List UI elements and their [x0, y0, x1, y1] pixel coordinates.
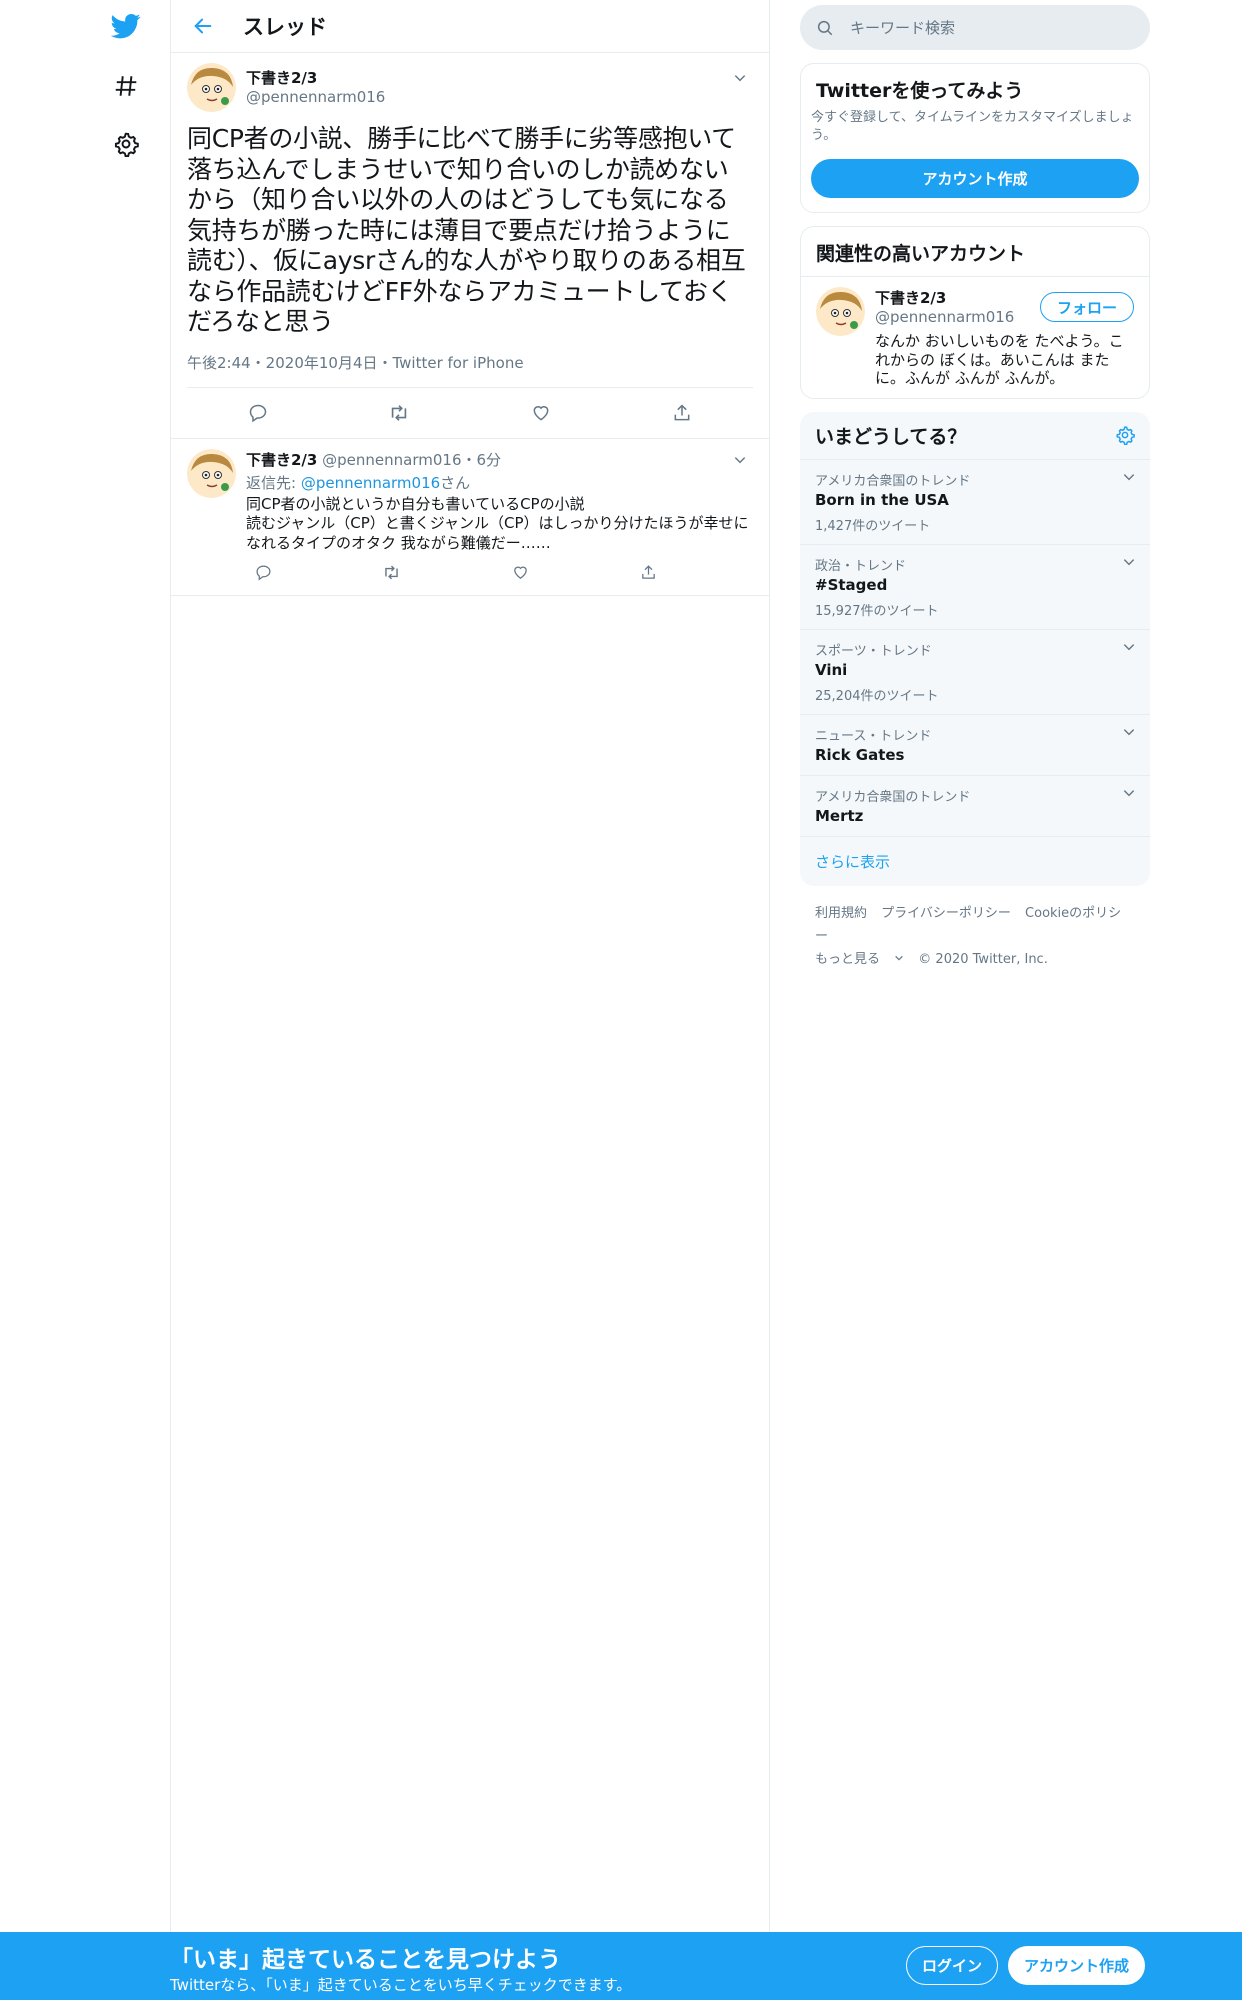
reply-to-prefix: 返信先: [246, 473, 301, 492]
trends-title: いまどうしてる？ [815, 425, 967, 448]
tweet-text: 同CP者の小説、勝手に比べて勝手に劣等感抱いて落ち込んでしまうせいで知り合いのし… [187, 124, 746, 336]
more-link[interactable]: もっと見る [815, 952, 904, 967]
retweet-icon[interactable] [379, 393, 419, 433]
related-bio: なんか おいしいものを たべよう。これからの ぼくは。あいこんは またに。ふんが… [875, 332, 1124, 387]
trend-name: Born in the USA [815, 490, 949, 509]
create-account-button[interactable]: アカウント作成 [811, 159, 1139, 198]
trend-item[interactable]: 政治・トレンド #Staged 15,927件のツイート [800, 545, 1150, 630]
reply-to-suffix: さん [440, 473, 471, 492]
page: スレッド 下書き2/3 @pennennarm016 同CP者の小説、勝手に比べ… [0, 0, 1242, 2000]
trend-name: Vini [815, 660, 848, 679]
tweet-time[interactable]: 6分 [477, 451, 502, 469]
author-name[interactable]: 下書き2/3 [246, 451, 317, 469]
trend-context: ニュース・トレンド [815, 728, 932, 744]
related-title: 関連性の高いアカウント [801, 227, 1149, 277]
reply-tweet[interactable]: 下書き2/3 @pennennarm016・6分 返信先: @pennennar… [171, 437, 769, 596]
gear-icon[interactable] [100, 118, 152, 170]
avatar[interactable] [187, 448, 236, 498]
signup-banner: 「いま」起きていることを見つけよう Twitterなら、「いま」起きていることを… [0, 1932, 1242, 2000]
show-more-link[interactable]: さらに表示 [800, 837, 1150, 886]
like-icon[interactable] [521, 393, 561, 433]
hashtag-icon[interactable] [100, 60, 152, 112]
signup-title: Twitterを使ってみよう [816, 80, 1024, 102]
chevron-down-icon[interactable] [1122, 725, 1136, 739]
chevron-down-icon[interactable] [1122, 470, 1136, 484]
chevron-down-icon[interactable] [727, 447, 753, 473]
avatar[interactable] [816, 287, 865, 336]
search-placeholder: キーワード検索 [850, 19, 956, 37]
tweet-actions [187, 388, 753, 438]
tweet-actions [246, 555, 666, 589]
page-title: スレッド [243, 15, 327, 39]
reply-to-line: 返信先: @pennennarm016さん [246, 472, 753, 493]
tweet-text: 同CP者の小説というか自分も書いているCPの小説 読むジャンル（CP）と書くジャ… [246, 495, 753, 554]
trend-item[interactable]: アメリカ合衆国のトレンド Mertz [800, 776, 1150, 837]
related-accounts-card: 関連性の高いアカウント 下書き2/3 @pennennarm016 なんか おい… [800, 226, 1150, 399]
chevron-down-icon[interactable] [1122, 555, 1136, 569]
login-button[interactable]: ログイン [906, 1946, 998, 1985]
separator-dot: ・ [461, 450, 477, 469]
retweet-icon[interactable] [375, 555, 409, 589]
trend-item[interactable]: アメリカ合衆国のトレンド Born in the USA 1,427件のツイート [800, 460, 1150, 545]
chevron-down-icon[interactable] [1122, 786, 1136, 800]
tweet-timestamp[interactable]: 午後2:44・2020年10月4日・Twitter for iPhone [187, 352, 753, 388]
share-icon[interactable] [632, 555, 666, 589]
like-icon[interactable] [503, 555, 537, 589]
trend-context: 政治・トレンド [815, 558, 907, 574]
chevron-down-icon[interactable] [727, 65, 753, 91]
author-name[interactable]: 下書き2/3 [246, 67, 385, 88]
trend-name: Mertz [815, 806, 864, 825]
trend-count: 25,204件のツイート [815, 688, 939, 704]
signup-card: Twitterを使ってみよう 今すぐ登録して、タイムラインをカスタマイズしましょ… [800, 63, 1150, 213]
trend-context: スポーツ・トレンド [815, 643, 932, 659]
banner-title: 「いま」起きていることを見つけよう [170, 1947, 561, 1973]
trend-count: 1,427件のツイート [815, 518, 931, 534]
share-icon[interactable] [662, 393, 702, 433]
footer-links: 利用規約 プライバシーポリシー Cookieのポリシー もっと見る © 2020… [800, 886, 1150, 987]
gear-icon[interactable] [1115, 425, 1135, 445]
right-sidebar: キーワード検索 Twitterを使ってみよう 今すぐ登録して、タイムラインをカス… [800, 0, 1150, 987]
main-tweet: 下書き2/3 @pennennarm016 同CP者の小説、勝手に比べて勝手に劣… [171, 53, 769, 438]
trend-name: Rick Gates [815, 745, 905, 764]
reply-icon[interactable] [246, 555, 280, 589]
search-icon [817, 20, 833, 35]
trend-context: アメリカ合衆国のトレンド [815, 789, 971, 805]
author-handle[interactable]: @pennennarm016 [322, 451, 461, 469]
terms-link[interactable]: 利用規約 [815, 906, 867, 921]
signup-button[interactable]: アカウント作成 [1008, 1946, 1145, 1985]
author-handle[interactable]: @pennennarm016 [246, 88, 385, 106]
copyright: © 2020 Twitter, Inc. [918, 951, 1048, 967]
trend-count: 15,927件のツイート [815, 603, 939, 619]
thread-column: スレッド 下書き2/3 @pennennarm016 同CP者の小説、勝手に比べ… [170, 0, 770, 1932]
twitter-bird-icon[interactable] [100, 0, 152, 52]
avatar[interactable] [187, 63, 236, 112]
trend-item[interactable]: ニュース・トレンド Rick Gates [800, 715, 1150, 776]
search-input[interactable]: キーワード検索 [800, 5, 1150, 50]
chevron-down-icon[interactable] [1122, 640, 1136, 654]
trends-card: いまどうしてる？ アメリカ合衆国のトレンド Born in the USA 1,… [800, 411, 1150, 886]
chevron-down-icon [895, 955, 903, 961]
follow-button[interactable]: フォロー [1039, 292, 1134, 322]
thread-header: スレッド [171, 0, 769, 53]
tweet-text-line: 同CP者の小説というか自分も書いているCPの小説 [246, 494, 585, 513]
trend-name: #Staged [815, 575, 888, 594]
privacy-link[interactable]: プライバシーポリシー [881, 906, 1011, 921]
trend-context: アメリカ合衆国のトレンド [815, 473, 971, 489]
trend-item[interactable]: スポーツ・トレンド Vini 25,204件のツイート [800, 630, 1150, 715]
signup-subtitle: 今すぐ登録して、タイムラインをカスタマイズしましょう。 [811, 110, 1134, 143]
more-link-label: もっと見る [815, 951, 881, 967]
back-arrow-icon[interactable] [175, 0, 231, 53]
related-user[interactable]: 下書き2/3 @pennennarm016 なんか おいしいものを たべよう。こ… [801, 277, 1149, 398]
banner-subtitle: Twitterなら、「いま」起きていることをいち早くチェックできます。 [170, 1976, 632, 1994]
reply-icon[interactable] [238, 393, 278, 433]
tweet-text-line: 読むジャンル（CP）と書くジャンル（CP）はしっかり分けたほうが幸せになれるタイ… [246, 514, 749, 552]
reply-to-handle[interactable]: @pennennarm016 [301, 474, 440, 492]
